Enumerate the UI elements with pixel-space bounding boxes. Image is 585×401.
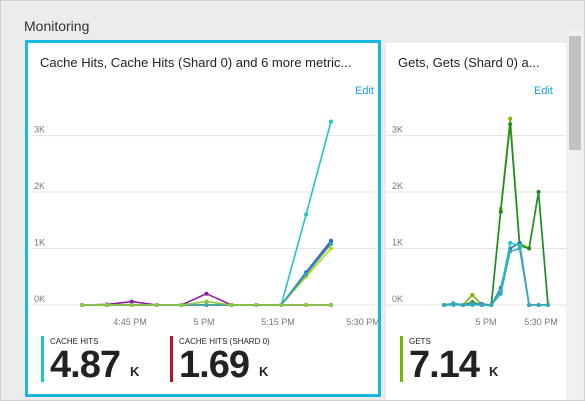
data-point: [536, 190, 541, 195]
data-point: [508, 240, 513, 245]
y-tick-label: 3K: [392, 125, 403, 135]
data-point: [304, 303, 309, 307]
data-point: [204, 291, 209, 296]
data-point: [279, 303, 284, 307]
data-point: [546, 303, 550, 307]
data-point: [442, 303, 446, 307]
chart-tile-cache-hits[interactable]: Cache Hits, Cache Hits (Shard 0) and 6 m…: [25, 40, 381, 397]
data-point: [508, 116, 513, 121]
data-point: [508, 249, 513, 254]
data-point: [329, 242, 333, 247]
x-tick-label: 5:30 PM: [346, 317, 378, 327]
data-point: [304, 212, 309, 217]
data-point: [229, 303, 234, 307]
metric-value: 4.87: [50, 344, 121, 386]
data-point: [527, 246, 532, 251]
y-tick-label: 3K: [34, 125, 45, 135]
metric-value: 7.14: [409, 344, 480, 386]
data-point: [179, 303, 184, 307]
y-tick-label: 2K: [34, 181, 45, 191]
data-point: [489, 303, 494, 307]
data-point: [508, 122, 513, 127]
metric-unit: K: [489, 364, 499, 379]
series-line: [82, 243, 332, 306]
data-point: [104, 303, 109, 307]
x-tick-label: 5 PM: [475, 317, 496, 327]
x-tick-label: 5 PM: [193, 317, 214, 327]
y-tick-label: 2K: [392, 181, 403, 191]
metric-color-bar: [170, 336, 173, 382]
line-chart: 3K 2K 1K 0K 4:45 PM 5 PM 5:15 PM 5:30 PM: [31, 119, 378, 327]
data-point: [329, 119, 333, 124]
data-point: [517, 246, 522, 251]
data-point: [470, 292, 475, 297]
data-point: [536, 303, 541, 307]
series-line: [443, 118, 549, 306]
metric-color-bar: [41, 336, 44, 382]
x-tick-label: 5:15 PM: [261, 317, 295, 327]
data-point: [329, 246, 333, 251]
chart-tile-gets[interactable]: Gets, Gets (Shard 0) a... Edit 3K 2K 1K 0K 5…: [386, 43, 566, 400]
data-point: [129, 303, 134, 307]
data-point: [451, 303, 456, 307]
y-tick-label: 0K: [34, 294, 45, 304]
data-point: [470, 301, 475, 306]
data-point: [254, 303, 259, 307]
series-line: [82, 121, 332, 306]
x-tick-label: 4:45 PM: [113, 317, 147, 327]
metric-value: 1.69: [179, 344, 250, 386]
data-point: [154, 303, 159, 307]
metric-unit: K: [130, 364, 140, 379]
metric-unit: K: [259, 364, 269, 379]
data-point: [498, 291, 503, 296]
y-tick-label: 1K: [392, 238, 403, 248]
x-tick-label: 5:30 PM: [524, 317, 558, 327]
data-point: [527, 303, 532, 307]
scrollbar-thumb[interactable]: [569, 36, 581, 150]
line-chart: 3K 2K 1K 0K 5 PM 5:30 PM: [386, 116, 566, 327]
data-point: [498, 209, 503, 214]
y-tick-label: 1K: [34, 238, 45, 248]
data-point: [304, 272, 309, 277]
data-point: [329, 303, 333, 307]
metric-color-bar: [400, 336, 403, 382]
section-title: Monitoring: [24, 18, 90, 34]
data-point: [479, 303, 484, 307]
data-point: [80, 303, 84, 307]
y-tick-label: 0K: [392, 294, 403, 304]
series-line: [443, 124, 549, 306]
data-point: [204, 299, 209, 304]
data-point: [460, 303, 465, 307]
